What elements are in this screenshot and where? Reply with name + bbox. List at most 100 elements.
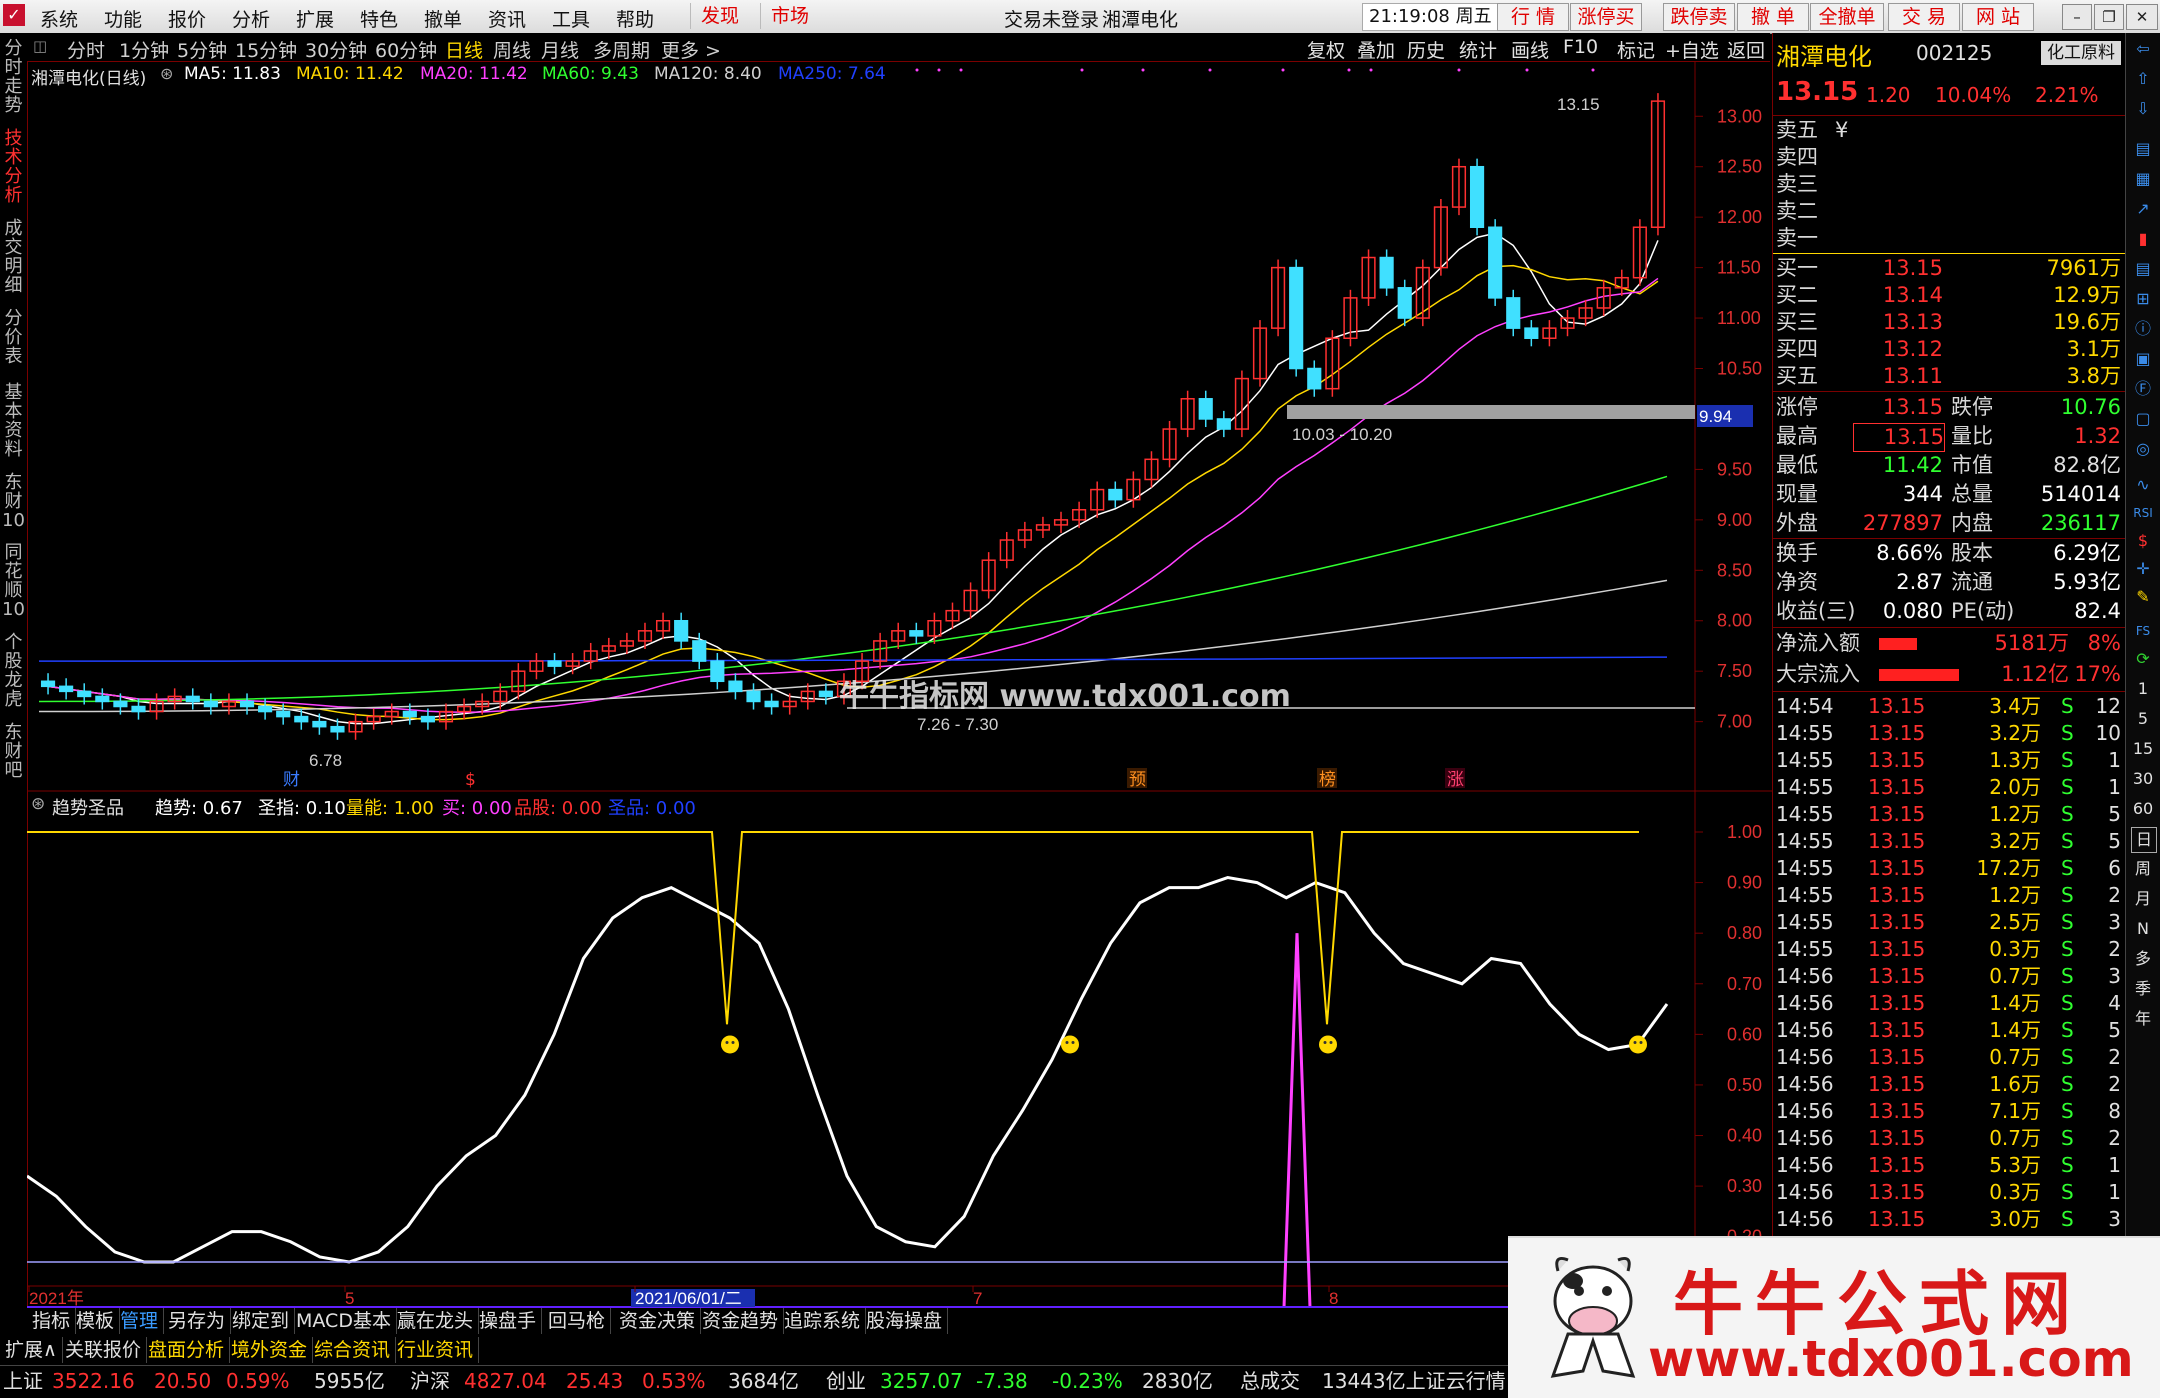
doc-icon[interactable]: ▢: [2131, 407, 2155, 431]
btab-macd[interactable]: MACD基本: [291, 1308, 397, 1334]
buy-row-3[interactable]: 买三 13.13 19.6万: [1773, 309, 2125, 336]
period-5min[interactable]: 5分钟: [177, 36, 227, 63]
btab-manage[interactable]: 管理: [115, 1308, 165, 1334]
cy-label[interactable]: 创业: [826, 1366, 866, 1396]
menu-special[interactable]: 特色: [360, 5, 398, 32]
fund-icon[interactable]: ⊞: [2131, 287, 2155, 311]
minimize-icon[interactable]: –: [2062, 4, 2092, 30]
menu-cancel[interactable]: 撤单: [424, 5, 462, 32]
info-icon[interactable]: ⓘ: [2131, 317, 2155, 341]
tab-limit-down-sell[interactable]: 跌停卖: [1663, 3, 1735, 31]
tab-eastmoney-forum[interactable]: 东财吧: [2, 723, 25, 780]
tab-technical[interactable]: 技术分析: [2, 129, 25, 205]
period-intraday[interactable]: 分时: [67, 36, 105, 63]
restore-icon[interactable]: ❐: [2094, 4, 2124, 30]
tab-dragon-tiger[interactable]: 个股龙虎: [2, 633, 25, 709]
pencil-icon[interactable]: ✎: [2131, 585, 2155, 609]
period-btn-season[interactable]: 季: [2131, 977, 2155, 1001]
period-more[interactable]: 更多 >: [661, 36, 721, 63]
period-1min[interactable]: 1分钟: [119, 36, 169, 63]
btab-ocean[interactable]: 股海操盘: [861, 1308, 949, 1334]
btab-template[interactable]: 模板: [71, 1308, 121, 1334]
btab-industry-news[interactable]: 行业资讯: [392, 1337, 480, 1363]
btab-extend[interactable]: 扩展∧: [0, 1337, 63, 1363]
buy-row-1[interactable]: 买一 13.15 7961万: [1773, 255, 2125, 282]
menu-system[interactable]: 系统: [40, 5, 78, 32]
tab-trade-detail[interactable]: 成交明细: [2, 219, 25, 295]
tab-website[interactable]: 网 站: [1962, 3, 2034, 31]
trend-icon[interactable]: ↗: [2131, 197, 2155, 221]
globe-icon[interactable]: ◎: [2131, 437, 2155, 461]
close-icon[interactable]: ✕: [2126, 4, 2158, 30]
chart-icon[interactable]: ▤: [2131, 137, 2155, 161]
period-btn-multi[interactable]: 多: [2131, 947, 2155, 971]
menu-quote[interactable]: 报价: [168, 5, 206, 32]
indicator-chart[interactable]: 1.000.900.800.700.600.500.400.300.20 202…: [27, 792, 1772, 1308]
tool-draw[interactable]: 画线: [1511, 36, 1549, 63]
app-logo-icon[interactable]: ✓: [3, 4, 25, 26]
period-multi[interactable]: 多周期: [593, 36, 650, 63]
marker-limit-up[interactable]: 涨: [1447, 770, 1464, 790]
period-30min[interactable]: 30分钟: [305, 36, 367, 63]
toggle-icon[interactable]: ◫: [33, 37, 47, 55]
buy-row-2[interactable]: 买二 13.14 12.9万: [1773, 282, 2125, 309]
period-btn-month[interactable]: 月: [2131, 887, 2155, 911]
tool-mark[interactable]: 标记: [1617, 36, 1655, 63]
tab-fundamentals[interactable]: 基本资料: [2, 383, 25, 459]
btab-huimaqiang[interactable]: 回马枪: [543, 1308, 612, 1334]
marker-forecast[interactable]: 预: [1129, 770, 1146, 790]
menu-tools[interactable]: 工具: [552, 5, 590, 32]
period-btn-1[interactable]: 1: [2131, 677, 2155, 701]
marker-dollar[interactable]: $: [465, 770, 476, 790]
arrow-left-icon[interactable]: ⇦: [2131, 37, 2155, 61]
period-btn-week[interactable]: 周: [2131, 857, 2155, 881]
btab-foreign-capital[interactable]: 境外资金: [226, 1337, 314, 1363]
tool-overlay[interactable]: 叠加: [1357, 36, 1395, 63]
tab-cancel-order[interactable]: 撤 单: [1737, 3, 1809, 31]
grid-icon[interactable]: ▦: [2131, 167, 2155, 191]
tab-limit-up-buy[interactable]: 涨停买: [1570, 3, 1642, 31]
menu-news[interactable]: 资讯: [488, 5, 526, 32]
f2-icon[interactable]: Ⓕ: [2131, 377, 2155, 401]
btab-bind[interactable]: 绑定到: [227, 1308, 296, 1334]
period-btn-year[interactable]: 年: [2131, 1007, 2155, 1031]
marker-finance[interactable]: 财: [283, 770, 300, 790]
btab-trader[interactable]: 操盘手: [474, 1308, 543, 1334]
period-btn-15[interactable]: 15: [2131, 737, 2155, 761]
period-15min[interactable]: 15分钟: [235, 36, 297, 63]
btab-related-quote[interactable]: 关联报价: [60, 1337, 148, 1363]
period-btn-day[interactable]: 日: [2131, 827, 2157, 853]
menu-help[interactable]: 帮助: [616, 5, 654, 32]
btab-save-as[interactable]: 另存为: [163, 1308, 232, 1334]
tab-intraday[interactable]: 分时走势: [2, 39, 25, 115]
tool-history[interactable]: 历史: [1407, 36, 1445, 63]
refresh-icon[interactable]: ⟳: [2131, 647, 2155, 671]
period-60min[interactable]: 60分钟: [375, 36, 437, 63]
tab-cancel-all[interactable]: 全撤单: [1810, 3, 1884, 31]
tab-market-quote[interactable]: 行 情: [1497, 3, 1569, 31]
menu-extend[interactable]: 扩展: [296, 5, 334, 32]
period-btn-30[interactable]: 30: [2131, 767, 2155, 791]
fs-icon[interactable]: FS: [2131, 619, 2155, 643]
tab-price-table[interactable]: 分价表: [2, 309, 25, 366]
btab-fund-trend[interactable]: 资金趋势: [697, 1308, 785, 1334]
btab-tracking[interactable]: 追踪系统: [779, 1308, 867, 1334]
tool-back[interactable]: 返回: [1727, 36, 1765, 63]
tab-eastmoney10[interactable]: 东财10: [2, 473, 25, 530]
list-icon[interactable]: ▤: [2131, 257, 2155, 281]
news-icon[interactable]: ▣: [2131, 347, 2155, 371]
btab-market-analysis[interactable]: 盘面分析: [143, 1337, 231, 1363]
menu-analysis[interactable]: 分析: [232, 5, 270, 32]
tool-adjust[interactable]: 复权: [1307, 36, 1345, 63]
period-btn-n[interactable]: N: [2131, 917, 2155, 941]
menu-discover[interactable]: 发现: [690, 3, 749, 29]
period-btn-60[interactable]: 60: [2131, 797, 2155, 821]
arrow-down-icon[interactable]: ⇩: [2131, 97, 2155, 121]
tool-f10[interactable]: F10: [1563, 36, 1598, 58]
menu-function[interactable]: 功能: [104, 5, 142, 32]
period-daily[interactable]: 日线: [445, 36, 483, 63]
money-icon[interactable]: $: [2131, 529, 2155, 553]
rsi-icon[interactable]: RSI: [2131, 501, 2155, 525]
candlestick-chart[interactable]: 13.00 12.50 12.00 11.50 11.00 10.50 9.50 9.00 8.…: [27, 62, 1772, 792]
btab-indicator[interactable]: 指标: [27, 1308, 77, 1334]
